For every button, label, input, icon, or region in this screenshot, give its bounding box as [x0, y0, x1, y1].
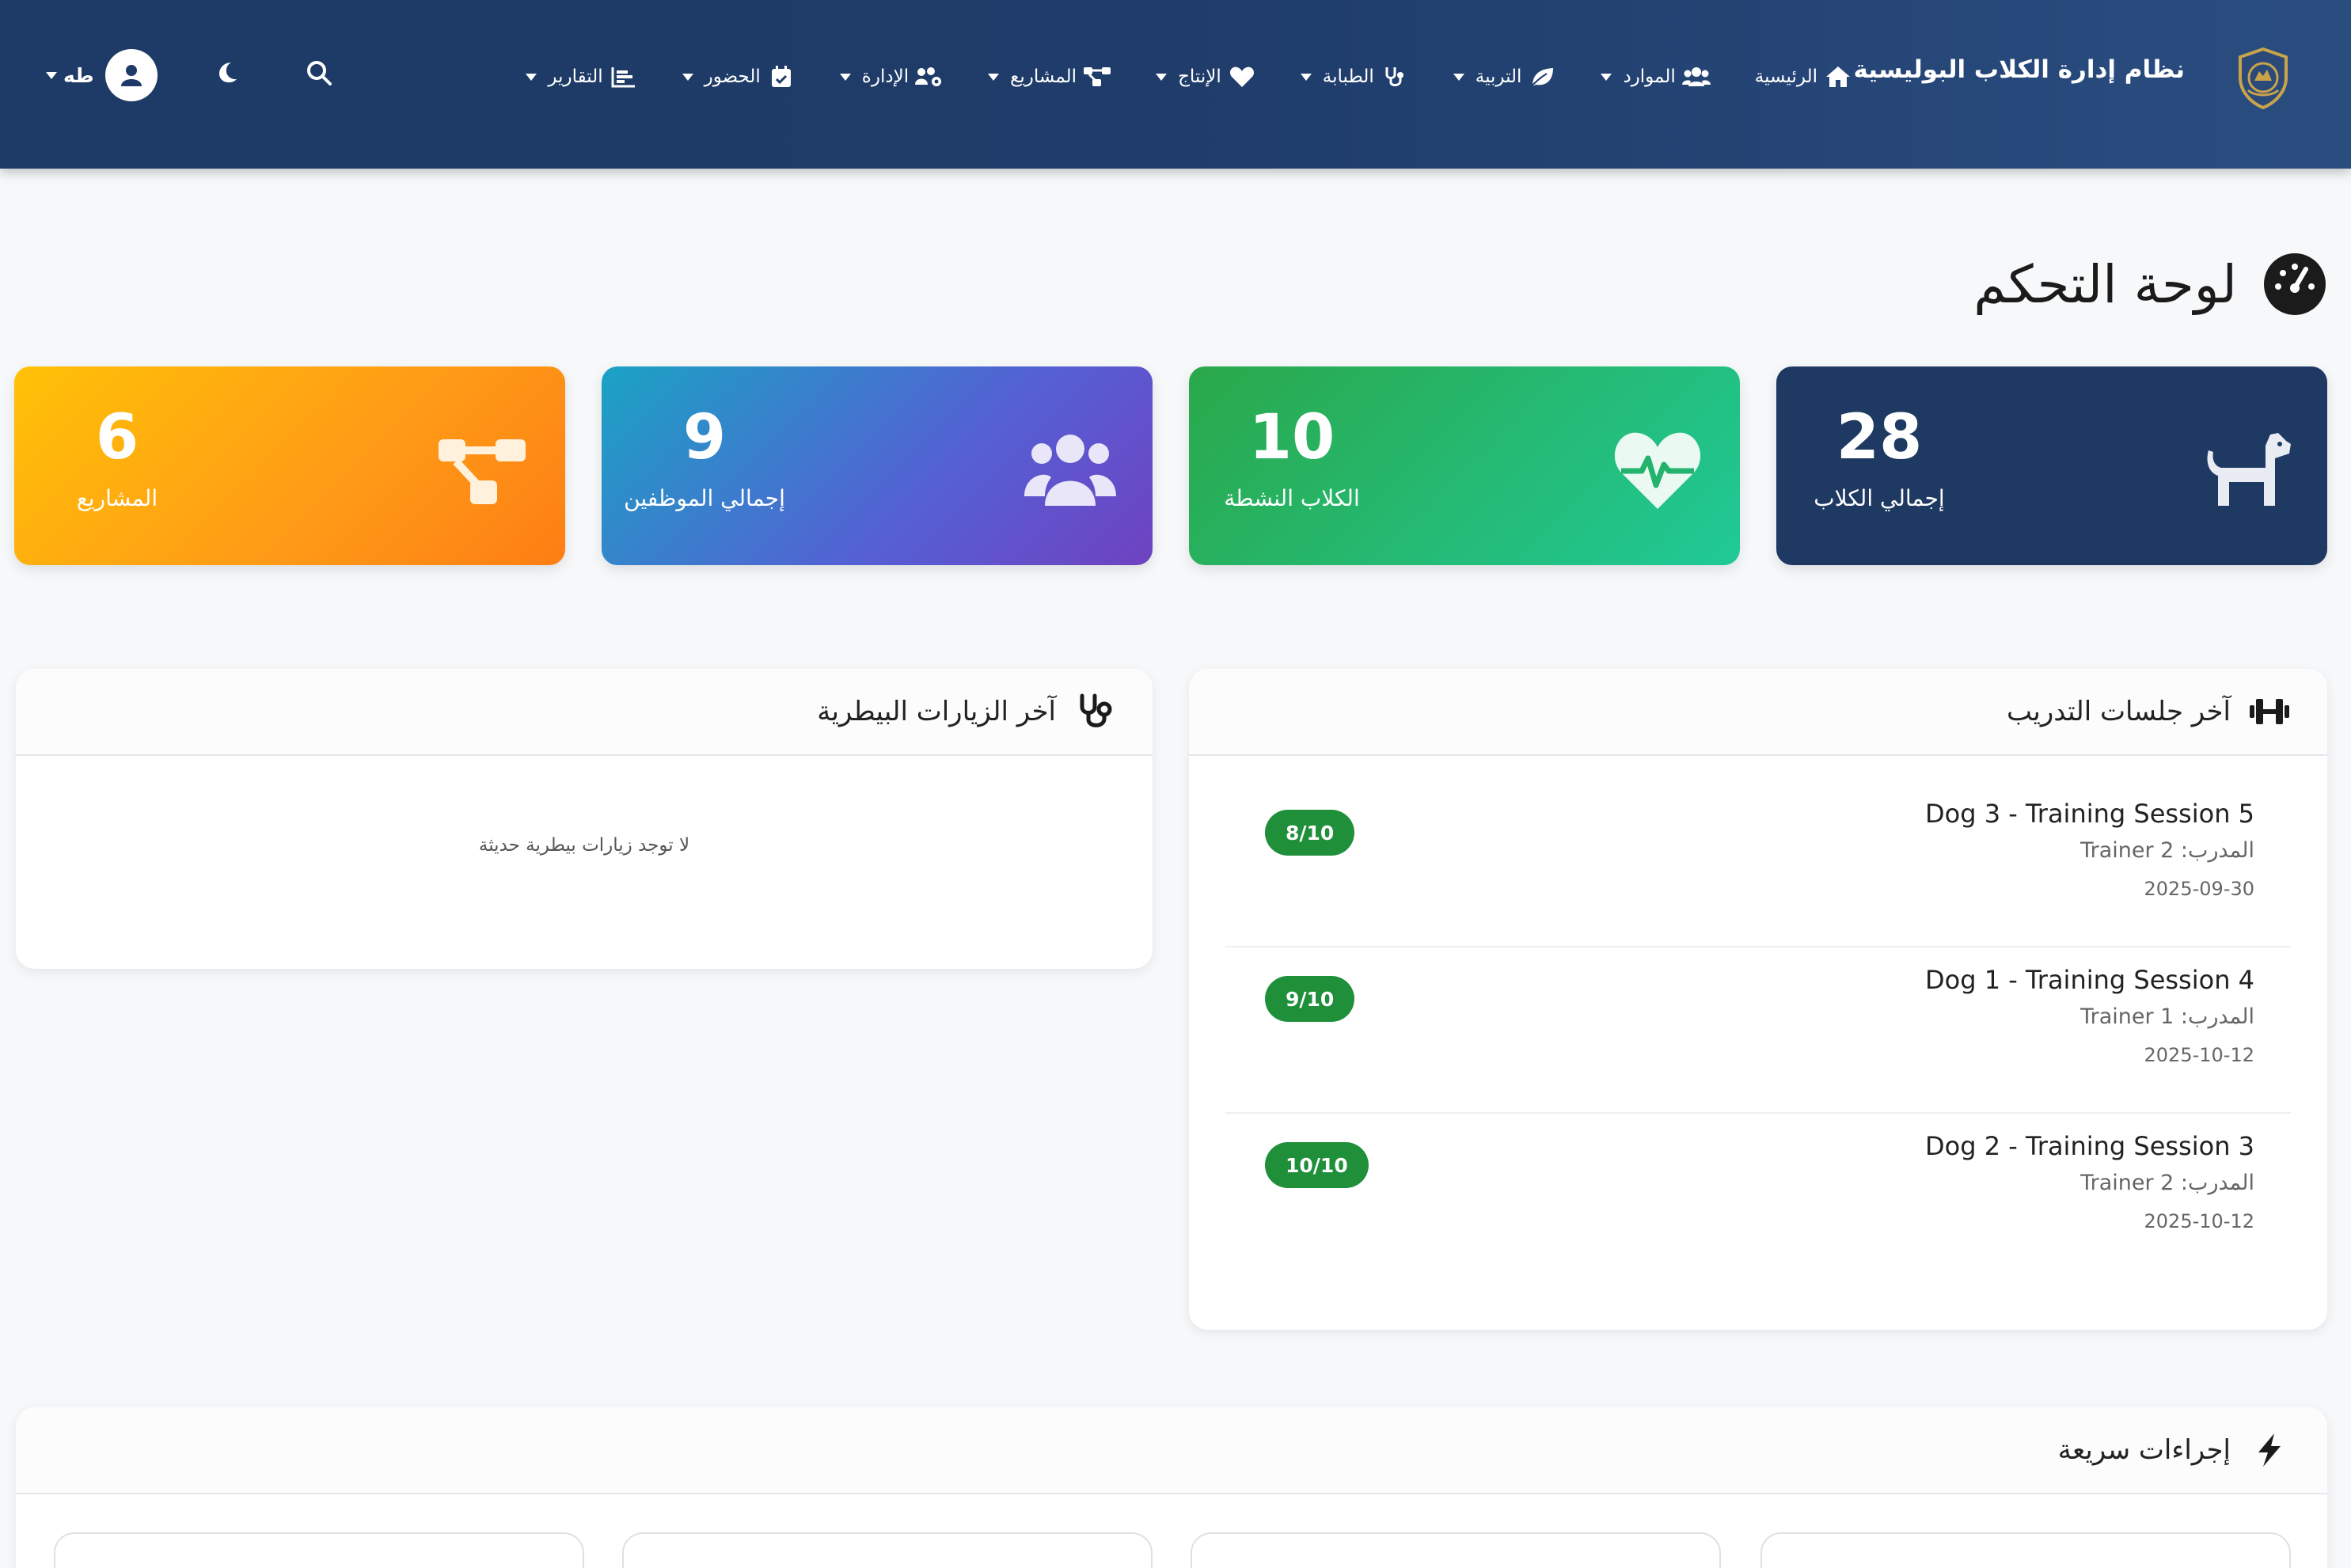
quick-action-card[interactable]: [1191, 1532, 1721, 1568]
chevron-down-icon: [1453, 73, 1464, 81]
nav-item-label: التقارير: [548, 66, 603, 87]
home-icon: [1824, 64, 1852, 89]
stat-label: إجمالي الكلاب: [1814, 485, 1945, 511]
list-item[interactable]: Dog 1 - Training Session 4 المدرب: Train…: [1225, 947, 2291, 1114]
session-trainer: المدرب: Trainer 1: [2080, 1004, 2254, 1029]
users-icon: [1023, 427, 1118, 514]
nav-item-label: التربية: [1475, 66, 1522, 87]
panel-title: آخر الزيارات البيطرية: [817, 696, 1056, 727]
user-menu[interactable]: طه: [46, 49, 158, 101]
project-diagram-icon: [1083, 64, 1111, 89]
chevron-down-icon: [1156, 73, 1168, 81]
nav-item-label: الموارد: [1623, 66, 1676, 87]
bolt-icon: [2248, 1431, 2291, 1469]
session-date: 2025-10-12: [2144, 1210, 2254, 1232]
calendar-check-icon: [767, 64, 796, 89]
chart-bar-icon: [610, 64, 638, 89]
nav-item-label: المشاريع: [1010, 66, 1077, 87]
quick-action-cards: [52, 1532, 2291, 1568]
nav-item-attendance[interactable]: الحضور: [682, 64, 796, 89]
session-date: 2025-09-30: [2144, 878, 2254, 900]
stethoscope-icon: [1381, 64, 1409, 89]
quick-action-card[interactable]: [1760, 1532, 2291, 1568]
user-name: طه: [63, 63, 94, 87]
stat-card-active-dogs[interactable]: 10 الكلاب النشطة: [1189, 366, 1740, 565]
panel-header: إجراءات سريعة: [16, 1407, 2327, 1494]
stat-card-total-staff[interactable]: 9 إجمالي الموظفين: [602, 366, 1153, 565]
nav-item-breeding[interactable]: التربية: [1453, 64, 1557, 89]
dog-icon: [2197, 427, 2292, 514]
quick-actions-panel: إجراءات سريعة: [16, 1407, 2327, 1568]
leaf-icon: [1528, 64, 1556, 89]
chevron-down-icon: [988, 73, 1000, 81]
quick-action-card[interactable]: [54, 1532, 584, 1568]
page-title-row: لوحة التحكم: [1973, 252, 2327, 317]
recent-vet-visits-panel: آخر الزيارات البيطرية لا توجد زيارات بيط…: [16, 669, 1153, 969]
avatar: [104, 49, 158, 101]
search-icon[interactable]: [301, 59, 332, 91]
dumbbell-icon: [2248, 693, 2291, 731]
page-title: لوحة التحكم: [1973, 253, 2237, 315]
chevron-down-icon: [46, 71, 57, 79]
stat-card-projects[interactable]: 6 المشاريع: [14, 366, 565, 565]
chevron-down-icon: [839, 73, 851, 81]
moon-icon[interactable]: [211, 60, 239, 89]
users-cog-icon: [915, 64, 944, 89]
heartbeat-icon: [1610, 427, 1705, 514]
panel-header: آخر جلسات التدريب: [1189, 669, 2327, 756]
session-trainer: المدرب: Trainer 2: [2080, 1171, 2254, 1195]
score-badge: 8/10: [1265, 810, 1355, 856]
nav-item-resources[interactable]: الموارد: [1601, 64, 1711, 89]
chevron-down-icon: [526, 73, 537, 81]
nav-item-home[interactable]: الرئيسية: [1755, 64, 1852, 89]
nav-item-label: الإدارة: [861, 66, 910, 87]
session-title: Dog 2 - Training Session 3: [1924, 1131, 2254, 1161]
heart-icon: [1228, 64, 1256, 89]
nav-item-reports[interactable]: التقارير: [526, 64, 637, 89]
brand-name[interactable]: نظام إدارة الكلاب البوليسية: [1853, 55, 2185, 84]
stat-label: إجمالي الموظفين: [624, 485, 785, 511]
nav-item-label: الرئيسية: [1754, 66, 1817, 87]
panel-title: إجراءات سريعة: [2057, 1434, 2231, 1466]
chevron-down-icon: [682, 73, 693, 81]
empty-state-text: لا توجد زيارات بيطرية حديثة: [478, 835, 690, 856]
stethoscope-icon: [1073, 693, 1116, 731]
main-nav-menu: الرئيسية الموارد التربية الطبابة الإنتاج…: [481, 57, 1852, 97]
stat-value: 6: [95, 402, 139, 473]
nav-item-label: الحضور: [704, 66, 761, 87]
stat-label: الكلاب النشطة: [1224, 485, 1360, 511]
panel-title: آخر جلسات التدريب: [2007, 696, 2231, 727]
stat-card-total-dogs[interactable]: 28 إجمالي الكلاب: [1776, 366, 2327, 565]
panel-header: آخر الزيارات البيطرية: [16, 669, 1153, 756]
nav-item-projects[interactable]: المشاريع: [988, 64, 1111, 89]
stat-value: 10: [1248, 402, 1335, 473]
recent-training-panel: آخر جلسات التدريب Dog 3 - Training Sessi…: [1189, 669, 2327, 1330]
session-trainer: المدرب: Trainer 2: [2080, 838, 2254, 863]
list-item[interactable]: Dog 3 - Training Session 5 المدرب: Train…: [1225, 781, 2291, 947]
nav-item-production[interactable]: الإنتاج: [1156, 64, 1256, 89]
nav-item-medical[interactable]: الطبابة: [1300, 64, 1409, 89]
session-date: 2025-10-12: [2144, 1044, 2254, 1066]
stat-label: المشاريع: [76, 485, 158, 511]
nav-item-administration[interactable]: الإدارة: [839, 64, 944, 89]
list-item[interactable]: Dog 2 - Training Session 3 المدرب: Train…: [1225, 1114, 2291, 1280]
nav-item-label: الإنتاج: [1178, 66, 1221, 87]
tachometer-icon: [2262, 252, 2327, 317]
session-title: Dog 3 - Training Session 5: [1924, 799, 2254, 829]
training-session-list: Dog 3 - Training Session 5 المدرب: Train…: [1225, 781, 2291, 1280]
project-diagram-icon: [435, 427, 530, 514]
chevron-down-icon: [1601, 73, 1612, 81]
chevron-down-icon: [1300, 73, 1312, 81]
nav-item-label: الطبابة: [1322, 66, 1374, 87]
top-navbar: نظام إدارة الكلاب البوليسية الرئيسية الم…: [0, 0, 2351, 169]
session-title: Dog 1 - Training Session 4: [1924, 965, 2254, 995]
police-badge-logo-icon[interactable]: [2231, 46, 2296, 111]
stat-value: 28: [1836, 402, 1923, 473]
stat-value: 9: [682, 402, 727, 473]
score-badge: 10/10: [1265, 1142, 1369, 1188]
quick-action-card[interactable]: [622, 1532, 1153, 1568]
score-badge: 9/10: [1265, 976, 1355, 1022]
users-icon: [1681, 64, 1711, 89]
